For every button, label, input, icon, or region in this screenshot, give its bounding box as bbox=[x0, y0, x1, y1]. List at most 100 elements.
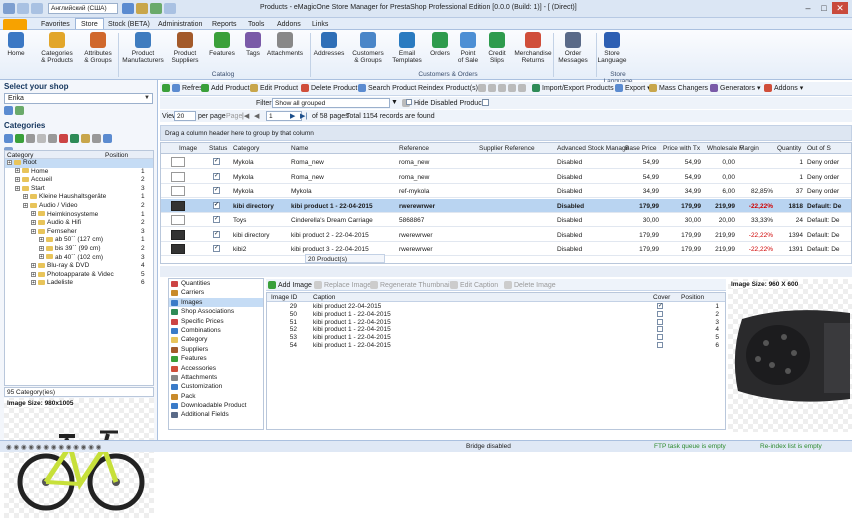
column-header[interactable]: Category bbox=[233, 145, 259, 152]
splitter[interactable] bbox=[160, 266, 852, 277]
file-menu[interactable] bbox=[3, 19, 27, 30]
categories-products-button[interactable]: Categories & Products bbox=[38, 32, 76, 64]
attributes-groups-button[interactable]: Attributes & Groups bbox=[80, 32, 116, 64]
page-input[interactable]: 1 bbox=[266, 111, 302, 121]
nav-item-combinations[interactable]: Combinations bbox=[169, 326, 263, 335]
cover-checkbox[interactable] bbox=[657, 326, 663, 333]
table-row[interactable]: Mykola Roma_new roma_new Disabled 54,99 54,99… bbox=[161, 155, 851, 169]
table-row[interactable]: kibi directory kibi product 2 - 22-04-201… bbox=[161, 228, 851, 242]
tree-item[interactable]: + Audio / Video 2 bbox=[5, 202, 153, 211]
column-header[interactable]: Image bbox=[179, 145, 197, 152]
tab-store[interactable]: Store bbox=[75, 18, 104, 29]
home-button[interactable]: Home bbox=[4, 32, 28, 57]
delete-image-button[interactable]: Delete Image bbox=[504, 280, 556, 291]
cover-checkbox[interactable] bbox=[657, 302, 663, 309]
tab-favorites[interactable]: Favorites bbox=[36, 19, 75, 30]
forward-icon[interactable] bbox=[31, 3, 43, 14]
expand-icon[interactable]: + bbox=[15, 168, 20, 174]
expand-icon[interactable]: + bbox=[31, 211, 36, 217]
store-language-button[interactable]: Store Language bbox=[597, 32, 627, 64]
import-export-button[interactable]: Import/Export Products bbox=[532, 83, 614, 94]
tree-item[interactable]: + Accueil 2 bbox=[5, 176, 153, 185]
expand-icon[interactable]: + bbox=[15, 185, 20, 191]
nav-item-shop-associations[interactable]: Shop Associations bbox=[169, 307, 263, 316]
add-icon[interactable] bbox=[15, 134, 24, 143]
status-checkbox[interactable] bbox=[213, 186, 220, 194]
image-row[interactable]: 29 kibi product 22-04-2015 1 bbox=[267, 302, 725, 311]
minimize-icon[interactable]: – bbox=[800, 2, 816, 14]
tab-tools[interactable]: Tools bbox=[243, 19, 269, 30]
credit-slips-button[interactable]: Credit Slips bbox=[485, 32, 509, 64]
nav-item-quantities[interactable]: Quantities bbox=[169, 279, 263, 288]
cover-checkbox[interactable] bbox=[657, 342, 663, 348]
nav-item-features[interactable]: Features bbox=[169, 354, 263, 363]
nav-item-pack[interactable]: Pack bbox=[169, 392, 263, 401]
tree-item[interactable]: + Photoapparate & Videc 5 bbox=[5, 271, 153, 280]
status-checkbox[interactable] bbox=[213, 157, 220, 165]
add-image-button[interactable]: Add Image bbox=[268, 280, 312, 291]
status-checkbox[interactable] bbox=[213, 244, 220, 252]
email-templates-button[interactable]: Email Templates bbox=[392, 32, 422, 64]
expand-icon[interactable]: + bbox=[39, 254, 44, 260]
nav-item-images[interactable]: Images bbox=[169, 297, 263, 308]
nav-item-carriers[interactable]: Carriers bbox=[169, 288, 263, 297]
hide-disabled-checkbox-toggle[interactable] bbox=[406, 99, 412, 105]
table-row[interactable]: kibi2 kibi product 3 - 22-04-2015 rwerewrw… bbox=[161, 242, 851, 256]
generators-button[interactable]: Generators ▾ bbox=[710, 83, 761, 94]
search-icon[interactable] bbox=[103, 134, 112, 143]
table-row[interactable]: kibi directory kibi product 1 - 22-04-201… bbox=[161, 198, 851, 213]
product-manufacturers-button[interactable]: Product Manufacturers bbox=[121, 32, 165, 64]
per-page-select[interactable]: 20 bbox=[174, 111, 196, 121]
tab-stock[interactable]: Stock (BETA) bbox=[103, 19, 155, 30]
language-select[interactable]: Английский (США) bbox=[48, 3, 118, 14]
nav-item-downloadable-product[interactable]: Downloadable Product bbox=[169, 401, 263, 410]
features-button[interactable]: Features bbox=[207, 32, 237, 57]
back-icon[interactable] bbox=[17, 3, 29, 14]
attachments-button[interactable]: Attachments bbox=[266, 32, 304, 57]
expand-icon[interactable]: + bbox=[31, 271, 36, 277]
shop-select[interactable]: Erika ▼ bbox=[4, 93, 153, 104]
misc-tools[interactable] bbox=[478, 83, 528, 94]
refresh-icon[interactable] bbox=[4, 106, 13, 115]
status-checkbox[interactable] bbox=[213, 215, 220, 223]
edit-product-button[interactable]: Edit Product bbox=[250, 83, 298, 94]
nav-item-specific-prices[interactable]: Specific Prices bbox=[169, 317, 263, 326]
nav-item-suppliers[interactable]: Suppliers bbox=[169, 345, 263, 354]
maximize-icon[interactable]: □ bbox=[816, 2, 832, 14]
tab-addons[interactable]: Addons bbox=[272, 19, 306, 30]
column-header[interactable]: Out of S bbox=[807, 145, 831, 152]
cover-checkbox[interactable] bbox=[657, 310, 663, 317]
mass-changers-button[interactable]: Mass Changers ▾ bbox=[649, 83, 714, 94]
expand-icon[interactable]: + bbox=[7, 159, 12, 165]
export-button[interactable]: Export ▾ bbox=[615, 83, 651, 94]
customers-groups-button[interactable]: Customers & Groups bbox=[350, 32, 386, 64]
table-row[interactable]: Mykola Mykola ref-mykola Disabled 34,99 34,99… bbox=[161, 184, 851, 198]
image-row[interactable]: 54 kibi product 1 - 22-04-2015 6 bbox=[267, 342, 725, 350]
hide-disabled-checkbox[interactable] bbox=[482, 99, 489, 106]
nav-item-category[interactable]: Category bbox=[169, 335, 263, 344]
tree-item[interactable]: + Kleine Haushaltsgeräte 1 bbox=[5, 193, 153, 202]
image-row[interactable]: 53 kibi product 1 - 22-04-2015 5 bbox=[267, 334, 725, 342]
expand-icon[interactable]: + bbox=[31, 228, 36, 234]
column-header[interactable]: Margin bbox=[739, 145, 759, 152]
tree-item[interactable]: + Fernseher 3 bbox=[5, 228, 153, 237]
close-icon[interactable]: ✕ bbox=[832, 2, 848, 14]
column-header[interactable]: Advanced Stock Manage bbox=[557, 145, 629, 152]
tab-links[interactable]: Links bbox=[307, 19, 333, 30]
chevron-down-icon[interactable]: ▼ bbox=[391, 97, 398, 108]
cover-checkbox[interactable] bbox=[657, 334, 663, 341]
nav-item-attachments[interactable]: Attachments bbox=[169, 373, 263, 382]
tree-item[interactable]: + Home 1 bbox=[5, 168, 153, 177]
column-header[interactable]: Supplier Reference bbox=[479, 145, 535, 152]
status-checkbox[interactable] bbox=[213, 172, 220, 180]
column-header[interactable]: Base Price bbox=[625, 145, 656, 152]
product-suppliers-button[interactable]: Product Suppliers bbox=[167, 32, 203, 64]
reindex-button[interactable]: Reindex Product(s) bbox=[418, 83, 478, 94]
order-messages-button[interactable]: Order Messages bbox=[557, 32, 589, 64]
folder-icon[interactable] bbox=[81, 134, 90, 143]
tree-item[interactable]: + Audio & Hifi 2 bbox=[5, 219, 153, 228]
tree-item[interactable]: + Start 3 bbox=[5, 185, 153, 194]
layout-icon[interactable] bbox=[164, 3, 176, 14]
filter-select[interactable]: Show all grouped bbox=[272, 98, 390, 108]
prev-page-icon[interactable]: ◀ bbox=[254, 111, 259, 122]
